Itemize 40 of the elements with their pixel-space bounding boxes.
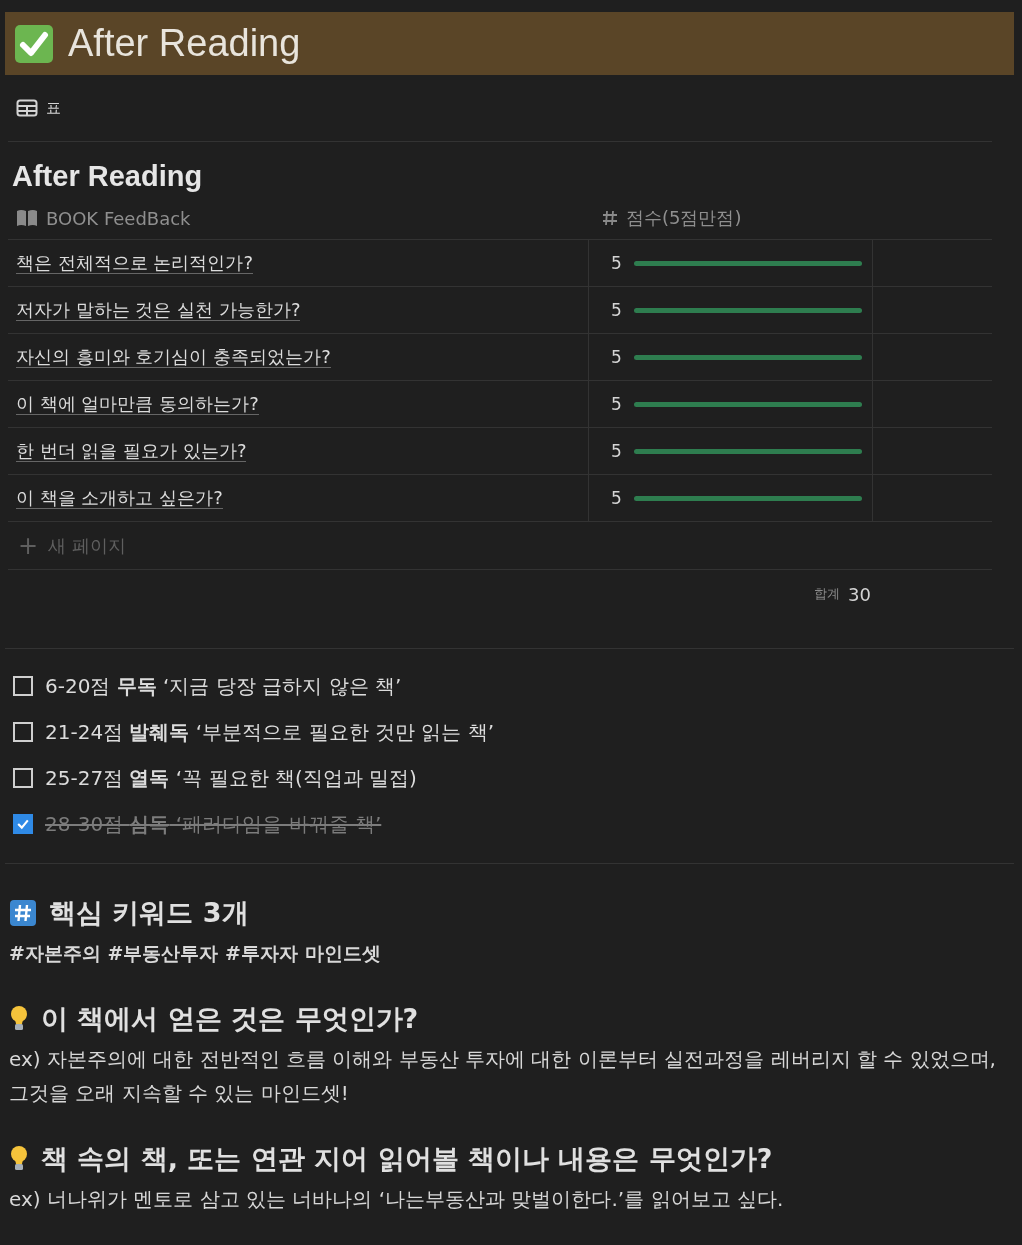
check-mark-icon <box>14 23 54 64</box>
score-value: 5 <box>611 300 622 320</box>
score-value: 5 <box>611 441 622 461</box>
light-bulb-icon <box>9 1005 29 1033</box>
section-text: ex) 너나위가 멘토로 삼고 있는 너바나의 ‘나는부동산과 맞벌이한다.’를 읽어보고 싶다. <box>9 1186 785 1213</box>
column-header[interactable]: 점수(5점만점) <box>588 197 873 239</box>
checkbox[interactable] <box>13 676 33 696</box>
page-title: After Reading <box>68 22 301 65</box>
table-view-tab[interactable]: 표 <box>8 98 69 118</box>
question-link[interactable]: 자신의 흥미와 호기심이 충족되었는가? <box>16 345 331 369</box>
score-value: 5 <box>611 347 622 367</box>
column-header[interactable]: BOOK FeedBack <box>8 197 588 239</box>
question-link[interactable]: 한 번더 읽을 필요가 있는가? <box>16 439 247 463</box>
checkbox[interactable] <box>13 814 33 834</box>
checklist-text: 6-20점 무독 ‘지금 당장 급하지 않은 책’ <box>45 672 402 700</box>
hash-icon <box>9 899 37 927</box>
checkbox[interactable] <box>13 722 33 742</box>
hash-icon <box>602 210 618 226</box>
score-value: 5 <box>611 488 622 508</box>
light-bulb-icon <box>9 1145 29 1173</box>
score-value: 5 <box>611 394 622 414</box>
section-text: ex) 자본주의에 대한 전반적인 흐름 이해와 부동산 투자에 대한 이론부터 실전과정을 레버리지 할 수 있었으며, 그것을 오래 지속할 수 있는 마인드셋! <box>9 1046 997 1107</box>
checkbox[interactable] <box>13 768 33 788</box>
question-link[interactable]: 저자가 말하는 것은 실천 가능한가? <box>16 298 301 322</box>
score-value: 5 <box>611 253 622 273</box>
section-heading: 이 책에서 얻은 것은 무엇인가? <box>41 1002 419 1036</box>
question-link[interactable]: 책은 전체적으로 논리적인가? <box>16 251 253 275</box>
question-link[interactable]: 이 책을 소개하고 싶은가? <box>16 486 223 510</box>
sum-value: 30 <box>848 583 871 605</box>
question-link[interactable]: 이 책에 얼마만큼 동의하는가? <box>16 392 259 416</box>
checklist-text: 25-27점 열독 ‘꼭 필요한 책(직업과 밀접) <box>45 764 417 792</box>
book-icon <box>16 209 38 227</box>
checklist-text: 28-30점 심독 ‘패러다임을 바꿔줄 책’ <box>45 810 382 838</box>
section-heading: 핵심 키워드 3개 <box>49 896 249 930</box>
table-icon <box>16 99 38 117</box>
sum-label: 합계 <box>814 585 841 603</box>
database-title: After Reading <box>12 160 204 193</box>
section-heading: 책 속의 책, 또는 연관 지어 읽어볼 책이나 내용은 무엇인가? <box>41 1142 773 1176</box>
section-text: #자본주의 #부동산투자 #투자자 마인드셋 <box>9 941 382 966</box>
checklist-text: 21-24점 발췌독 ‘부분적으로 필요한 것만 읽는 책’ <box>45 718 494 746</box>
